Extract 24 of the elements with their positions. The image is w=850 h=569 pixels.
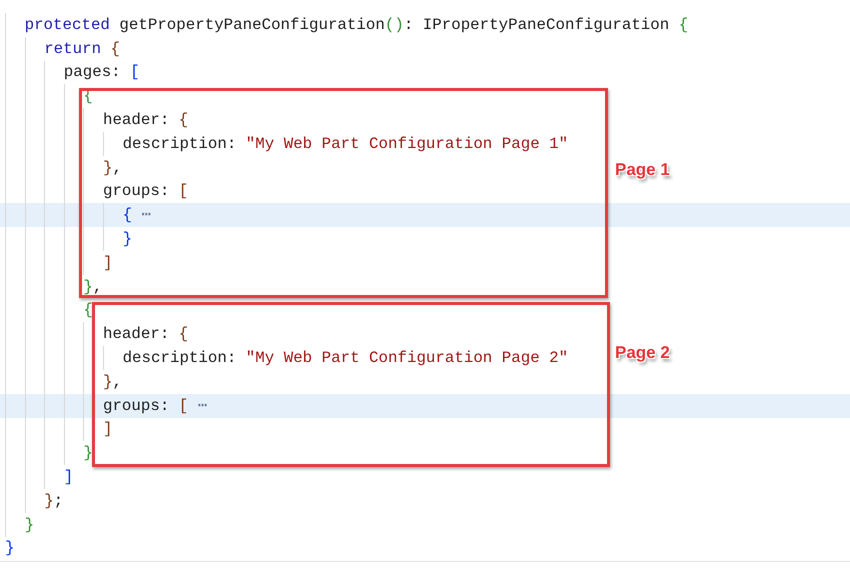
- annotation-label: Page 1: [615, 160, 670, 180]
- code-line: }: [24, 514, 34, 535]
- code-line: ]: [102, 419, 112, 440]
- annotation-label: Page 2: [615, 343, 670, 363]
- code-line: ]: [102, 252, 112, 273]
- code-line: return {: [44, 38, 120, 59]
- code-line: },: [83, 276, 102, 297]
- code-line: { ⋯: [122, 205, 152, 226]
- code-line: }: [5, 538, 14, 558]
- code-line: }: [122, 229, 132, 250]
- code-line: description: "My Web Part Configuration Page 1": [122, 134, 568, 154]
- code-line: protected getPropertyPaneConfiguration(): IPropertyPaneConfiguration {: [24, 14, 688, 35]
- code-line: },: [102, 158, 122, 178]
- code-line: pages: [: [64, 62, 140, 82]
- code-line: header: {: [102, 324, 188, 344]
- code-line: };: [44, 490, 64, 511]
- code-line: header: {: [102, 110, 188, 130]
- code-line: ]: [64, 467, 74, 488]
- code-line: description: "My Web Part Configuration Page 2": [122, 348, 568, 368]
- code-line: groups: [: [102, 181, 188, 202]
- code-line: groups: [ ⋯: [102, 396, 208, 416]
- code-line: },: [102, 372, 122, 392]
- code-line: {: [83, 300, 93, 320]
- code-line: }: [83, 443, 93, 464]
